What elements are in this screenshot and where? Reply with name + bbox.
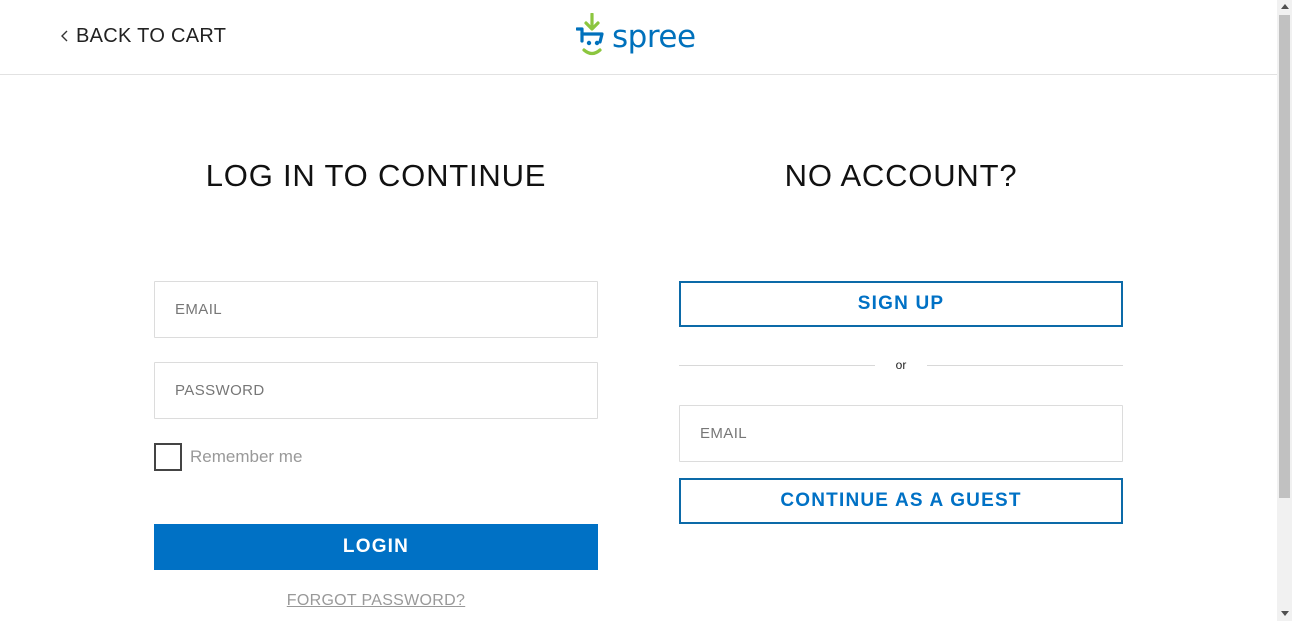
scrollbar-thumb[interactable] (1279, 15, 1290, 498)
login-button[interactable]: LOGIN (154, 524, 598, 570)
back-to-cart-label: BACK TO CART (76, 25, 227, 47)
guest-email-field-wrapper (679, 405, 1123, 462)
or-divider: or (679, 357, 1123, 375)
continue-as-guest-button[interactable]: CONTINUE AS A GUEST (679, 478, 1123, 524)
remember-me-row: Remember me (154, 443, 302, 471)
back-to-cart-link[interactable]: BACK TO CART (57, 24, 226, 48)
spree-logo[interactable]: spree (576, 13, 696, 61)
no-account-heading: NO ACCOUNT? (784, 158, 1018, 193)
spree-logo-text: spree (612, 19, 696, 55)
guest-email-input[interactable] (680, 406, 1122, 461)
scroll-down-arrow-icon[interactable] (1281, 611, 1289, 616)
login-heading: LOG IN TO CONTINUE (205, 158, 547, 193)
header: BACK TO CART spree (0, 0, 1277, 75)
scroll-up-arrow-icon[interactable] (1281, 4, 1289, 9)
forgot-password-link[interactable]: FORGOT PASSWORD? (154, 592, 598, 610)
login-password-input[interactable] (155, 363, 597, 418)
remember-me-checkbox[interactable] (154, 443, 182, 471)
chevron-left-icon (61, 30, 68, 42)
divider-line-right (927, 365, 1123, 366)
login-email-input[interactable] (155, 282, 597, 337)
remember-me-label[interactable]: Remember me (190, 447, 302, 467)
sign-up-button[interactable]: SIGN UP (679, 281, 1123, 327)
spree-cart-logo-icon (576, 13, 604, 56)
login-password-field-wrapper (154, 362, 598, 419)
vertical-scrollbar[interactable] (1277, 0, 1292, 621)
login-email-field-wrapper (154, 281, 598, 338)
